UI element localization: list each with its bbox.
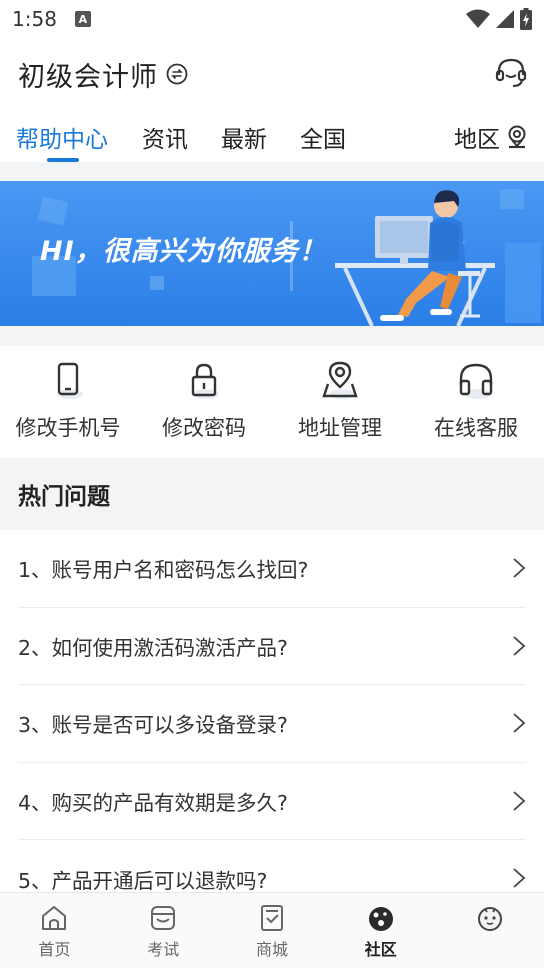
- nav-exam[interactable]: 考试: [109, 893, 218, 968]
- chevron-right-icon: [513, 713, 526, 733]
- address-management-label: 地址管理: [298, 416, 382, 440]
- question-item[interactable]: 1、账号用户名和密码怎么找回?: [18, 530, 526, 608]
- status-indicators: [466, 8, 532, 30]
- online-service-label: 在线客服: [434, 416, 518, 440]
- lock-icon: [191, 363, 219, 399]
- tab-news[interactable]: 资讯: [142, 120, 188, 154]
- hot-questions-title: 热门问题: [18, 484, 110, 510]
- question-text: 4、购买的产品有效期是多久?: [18, 790, 288, 815]
- divider: [0, 162, 544, 181]
- question-item[interactable]: 4、购买的产品有效期是多久?: [18, 763, 526, 840]
- location-icon: [322, 361, 358, 399]
- change-password-button[interactable]: 修改密码: [136, 346, 272, 458]
- bottom-nav: 首页 考试 商城 社区: [0, 892, 544, 968]
- tab-latest[interactable]: 最新: [221, 120, 267, 154]
- question-text: 3、账号是否可以多设备登录?: [18, 713, 288, 738]
- nav-home[interactable]: 首页: [0, 893, 109, 968]
- change-password-label: 修改密码: [162, 416, 246, 440]
- region-location-icon: [508, 125, 526, 149]
- chevron-right-icon: [513, 790, 526, 811]
- quick-actions: 修改手机号 修改密码 地址管理 在线客服: [0, 346, 544, 458]
- customer-service-icon[interactable]: [494, 56, 528, 90]
- battery-icon: [520, 8, 532, 30]
- hot-questions-header: 热门问题: [0, 458, 544, 530]
- question-item[interactable]: 2、如何使用激活码激活产品?: [18, 608, 526, 685]
- change-phone-button[interactable]: 修改手机号: [0, 346, 136, 458]
- question-text: 1、账号用户名和密码怎么找回?: [18, 558, 309, 583]
- phone-icon: [57, 362, 83, 399]
- question-text: 5、产品开通后可以退款吗?: [18, 868, 268, 893]
- region-label: 地区: [454, 127, 500, 153]
- home-icon: [42, 906, 67, 930]
- notification-icon: A: [74, 11, 91, 27]
- region-selector[interactable]: 地区: [454, 120, 528, 154]
- chevron-right-icon: [513, 558, 526, 578]
- question-item[interactable]: 3、账号是否可以多设备登录?: [18, 685, 526, 763]
- page-title[interactable]: 初级会计师: [18, 55, 158, 94]
- mascot-icon: [477, 907, 502, 931]
- question-text: 2、如何使用激活码激活产品?: [18, 635, 288, 660]
- switch-icon[interactable]: [166, 63, 188, 85]
- nav-exam-label: 考试: [147, 940, 180, 959]
- chevron-right-icon: [513, 868, 526, 888]
- shop-icon: [260, 905, 283, 931]
- headset-icon: [459, 363, 493, 399]
- status-time: 1:58: [12, 7, 57, 31]
- banner-text: HI，很高兴为你服务！: [40, 236, 327, 267]
- divider: [0, 326, 544, 346]
- tab-help-center[interactable]: 帮助中心: [16, 120, 108, 154]
- status-bar: 1:58 A: [0, 0, 544, 38]
- nav-mascot[interactable]: [435, 893, 544, 968]
- nav-home-label: 首页: [38, 940, 71, 959]
- nav-community-label: 社区: [364, 940, 397, 959]
- question-list: 1、账号用户名和密码怎么找回? 2、如何使用激活码激活产品? 3、账号是否可以多…: [0, 530, 544, 918]
- community-icon: [368, 907, 393, 931]
- wifi-icon: [466, 9, 490, 28]
- nav-community[interactable]: 社区: [326, 893, 435, 968]
- online-service-button[interactable]: 在线客服: [408, 346, 544, 458]
- app-header: 初级会计师: [0, 38, 544, 110]
- change-phone-label: 修改手机号: [15, 416, 121, 440]
- banner[interactable]: HI，很高兴为你服务！: [0, 181, 544, 326]
- tab-national[interactable]: 全国: [300, 120, 346, 154]
- chevron-right-icon: [513, 635, 526, 656]
- tab-bar: 帮助中心 资讯 最新 全国 地区: [0, 112, 544, 162]
- nav-shop-label: 商城: [255, 940, 288, 959]
- signal-icon: [496, 10, 514, 28]
- exam-icon: [151, 906, 176, 930]
- nav-shop[interactable]: 商城: [218, 893, 327, 968]
- address-management-button[interactable]: 地址管理: [272, 346, 408, 458]
